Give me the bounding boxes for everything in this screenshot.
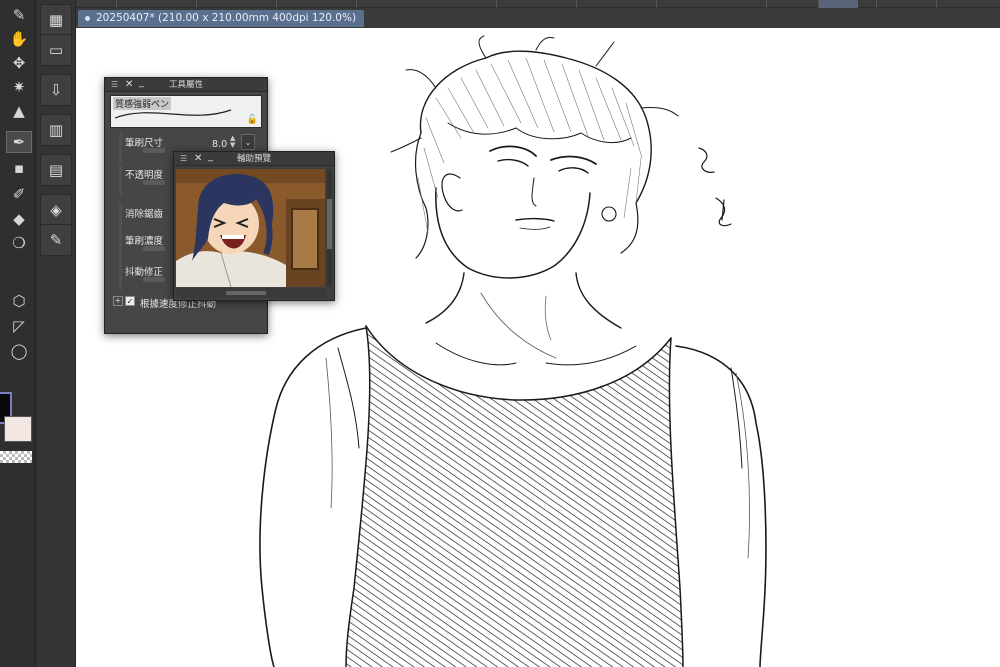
command-bar-button[interactable] — [576, 0, 616, 8]
sub-color-swatch[interactable] — [4, 416, 32, 442]
opacity-label: 不透明度 — [125, 170, 164, 181]
sub-view-title: 輔助預覽 — [236, 154, 271, 164]
document-tab[interactable]: 20250407* (210.00 x 210.00mm 400dpi 120.… — [78, 10, 365, 27]
sub-view-panel: ☰ ✕ _ 輔助預覽 — [173, 151, 335, 301]
reference-image[interactable] — [176, 169, 325, 287]
command-bar-button[interactable] — [876, 0, 916, 8]
ink-pen-tool-icon[interactable]: ✒ — [6, 131, 32, 153]
command-bar-button[interactable] — [766, 0, 806, 8]
command-bar-button[interactable] — [936, 0, 976, 8]
command-bar-button[interactable] — [196, 0, 236, 8]
command-bar-button[interactable] — [276, 0, 316, 8]
pen-tool-icon[interactable]: ✎ — [6, 4, 32, 26]
sub-view-header[interactable]: ☰ ✕ _ 輔助預覽 — [174, 151, 334, 166]
lock-icon[interactable]: 🔓 — [247, 115, 258, 125]
triangle-ruler-tool-icon[interactable]: ◸ — [6, 315, 32, 337]
brush-size-stepper[interactable]: ▲ ▼ — [230, 135, 235, 149]
command-bar-button[interactable] — [116, 0, 156, 8]
reference-anime-character — [176, 169, 325, 287]
speech-bubble-tool-icon[interactable]: ◯ — [6, 340, 32, 362]
divider — [119, 165, 122, 195]
divider — [119, 230, 122, 260]
sub-view-vertical-scrollbar[interactable] — [327, 169, 332, 287]
grid-icon[interactable]: ▦ — [40, 4, 72, 36]
tool-properties-title: 工具屬性 — [168, 80, 203, 90]
command-strip: ▦ ▭ ⇩ ▥ ▤ ◈ ✎ — [36, 0, 76, 667]
sparkle-tool-icon[interactable]: ✷ — [6, 76, 32, 98]
antialias-label: 消除鋸齒 — [125, 209, 164, 220]
brush-size-slider[interactable] — [143, 148, 165, 153]
blend-tool-icon[interactable]: ❍ — [6, 232, 32, 254]
brush-stroke-preview — [114, 109, 232, 119]
density-slider[interactable] — [143, 246, 165, 251]
edit-layer-icon[interactable]: ✎ — [40, 224, 72, 256]
divider — [119, 260, 122, 290]
stabilization-label: 抖動修正 — [125, 267, 164, 278]
brush-tool-icon[interactable]: ✐ — [6, 183, 32, 205]
layer-icon[interactable]: ▭ — [40, 34, 72, 66]
tool-strip: ✎ ✋ ✥ ✷ ▲ ✒ ▪ ✐ ◆ ❍ ⬡ ◸ ◯ — [0, 0, 36, 667]
speed-stabilization-checkbox[interactable]: ✓ — [125, 296, 135, 306]
tool-properties-header[interactable]: ☰ ✕ _ 工具屬性 — [105, 77, 267, 92]
command-bar-button-active[interactable] — [818, 0, 858, 8]
import-icon[interactable]: ⇩ — [40, 74, 72, 106]
sub-view-horizontal-scrollbar[interactable] — [176, 288, 326, 298]
brush-size-label: 筆刷尺寸 — [125, 138, 164, 149]
cube-icon[interactable]: ◈ — [40, 194, 72, 226]
document-tab-title: 20250407* (210.00 x 210.00mm 400dpi 120.… — [96, 12, 357, 24]
command-bar-button[interactable] — [356, 0, 396, 8]
transparent-color-swatch[interactable] — [0, 451, 32, 463]
unsaved-dot-icon — [85, 16, 90, 21]
hand-tool-icon[interactable]: ✋ — [6, 28, 32, 50]
panel-icon[interactable]: ▤ — [40, 154, 72, 186]
command-bar-button[interactable] — [656, 0, 696, 8]
expand-plus-icon[interactable]: + — [113, 296, 123, 306]
command-bar — [76, 0, 1000, 8]
document-tab-row: 20250407* (210.00 x 210.00mm 400dpi 120.… — [76, 8, 1000, 28]
command-bar-button[interactable] — [496, 0, 536, 8]
stabilization-slider[interactable] — [143, 277, 165, 282]
hexagon-tool-icon[interactable]: ⬡ — [6, 290, 32, 312]
square-dot-tool-icon[interactable]: ▪ — [6, 157, 32, 179]
fill-tool-icon[interactable]: ◆ — [6, 208, 32, 230]
opacity-slider[interactable] — [143, 180, 165, 185]
film-icon[interactable]: ▥ — [40, 114, 72, 146]
divider — [119, 203, 122, 233]
density-label: 筆刷濃度 — [125, 236, 164, 247]
brush-size-dropdown-button[interactable]: ⌄ — [241, 134, 255, 150]
divider — [119, 133, 122, 163]
cake-tool-icon[interactable]: ▲ — [6, 100, 32, 122]
brush-preview[interactable]: 質感強弱ペン 🔓 — [110, 95, 262, 128]
clip-studio-window: ✎ ✋ ✥ ✷ ▲ ✒ ▪ ✐ ◆ ❍ ⬡ ◸ ◯ ▦ ▭ ⇩ ▥ ▤ ◈ ✎ 20250407* (210.00 … — [0, 0, 1000, 667]
brush-size-value[interactable]: 8.0 — [212, 139, 227, 150]
move-tool-icon[interactable]: ✥ — [6, 52, 32, 74]
